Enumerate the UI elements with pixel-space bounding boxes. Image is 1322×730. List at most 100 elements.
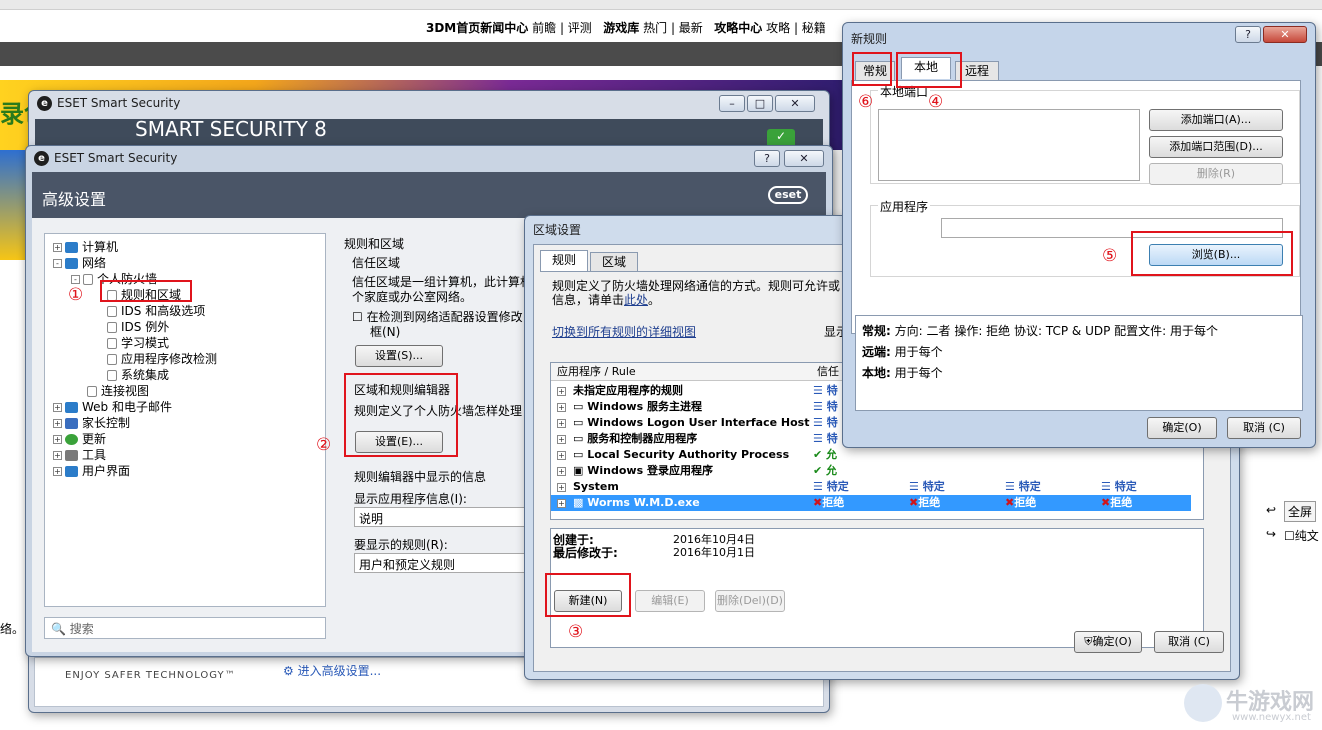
page-icon <box>107 322 117 333</box>
rule-summary: 常规: 方向: 二者 操作: 拒绝 协议: TCP & UDP 配置文件: 用于… <box>855 315 1303 411</box>
delete-rule-button[interactable]: 删除(Del)(D) <box>715 590 785 612</box>
collapse-icon[interactable]: - <box>71 275 80 284</box>
expand-icon[interactable]: + <box>53 467 62 476</box>
help-button[interactable]: ? <box>754 150 780 167</box>
zone-cancel-button[interactable]: 取消 (C) <box>1154 631 1224 653</box>
advanced-title: ESET Smart Security <box>54 151 178 165</box>
tree-item-computer[interactable]: + 计算机 <box>53 238 118 255</box>
gear-icon: ⚙ <box>283 664 294 678</box>
local-port-list[interactable] <box>878 109 1140 181</box>
section-title: 规则和区域 <box>344 237 405 251</box>
expand-icon[interactable]: + <box>557 483 566 492</box>
search-icon: 🔍 <box>51 622 66 636</box>
eset-logo: eset <box>768 186 808 204</box>
annotation-6: ⑥ <box>858 92 874 112</box>
tree-item-learning-mode[interactable]: 学习模式 <box>107 334 169 351</box>
page-icon <box>107 338 117 349</box>
add-port-button[interactable]: 添加端口(A)... <box>1149 109 1283 131</box>
delete-port-button[interactable]: 删除(R) <box>1149 163 1283 185</box>
tree-item-network[interactable]: - 网络 <box>53 254 106 271</box>
expand-icon[interactable]: + <box>557 403 566 412</box>
app-info-select[interactable]: 说明 <box>354 507 530 527</box>
back-arrow-icon[interactable]: ↩ <box>1266 503 1276 517</box>
expand-icon[interactable]: + <box>557 451 566 460</box>
eset-main-titlebar[interactable]: e ESET Smart Security – □ ✕ <box>29 91 829 117</box>
new-rule-body: 本地端口 添加端口(A)... 添加端口范围(D)... 删除(R) 应用程序 … <box>851 80 1301 334</box>
close-button[interactable]: ✕ <box>784 150 824 167</box>
expand-icon[interactable]: + <box>557 435 566 444</box>
advanced-setup-link[interactable]: ⚙ 进入高级设置... <box>283 662 381 679</box>
add-port-range-button[interactable]: 添加端口范围(D)... <box>1149 136 1283 158</box>
summary-local: 本地: 用于每个 <box>862 366 943 380</box>
tree-item-ids-exceptions[interactable]: IDS 例外 <box>107 318 169 335</box>
table-row-selected[interactable]: + ▩ Worms W.M.D.exe ✖拒绝 ✖拒绝 ✖拒绝 ✖拒绝 <box>551 495 1191 511</box>
expand-icon[interactable]: + <box>557 499 566 508</box>
modified-label: 最后修改于: <box>553 546 618 560</box>
edit-rule-button[interactable]: 编辑(E) <box>635 590 705 612</box>
site-nav-links[interactable]: 3DM首页新闻中心 前瞻 | 评测 游戏库 热门 | 最新 攻略中心 攻略 | … <box>426 19 826 36</box>
tree-item-ui[interactable]: + 用户界面 <box>53 462 130 479</box>
advanced-titlebar[interactable]: e ESET Smart Security ? ✕ <box>26 146 832 172</box>
expand-icon[interactable]: + <box>53 451 62 460</box>
table-row[interactable]: + ▭ Local Security Authority Process ✔ 允 <box>551 447 1191 463</box>
expand-icon[interactable]: + <box>53 403 62 412</box>
collapse-icon[interactable]: - <box>53 259 62 268</box>
trusted-zone-settings-button[interactable]: 设置(S)... <box>355 345 443 367</box>
fullscreen-button[interactable]: 全屏 <box>1284 501 1317 522</box>
new-rule-ok-button[interactable]: 确定(O) <box>1147 417 1217 439</box>
plain-text-checkbox[interactable]: ☐纯文 <box>1284 527 1319 544</box>
lock-icon: ▣ <box>573 464 584 477</box>
tab-zones[interactable]: 区域 <box>590 252 638 272</box>
tree-item-web-email[interactable]: + Web 和电子邮件 <box>53 398 172 415</box>
close-button[interactable]: ✕ <box>775 95 815 112</box>
tree-item-update[interactable]: + 更新 <box>53 430 106 447</box>
annotation-3: ③ <box>568 622 584 642</box>
zone-ok-button[interactable]: ⛨确定(O) <box>1074 631 1142 653</box>
annotation-5: ⑤ <box>1102 246 1118 266</box>
eset-app-icon: e <box>37 96 52 111</box>
expand-icon[interactable]: + <box>53 243 62 252</box>
expand-icon[interactable]: + <box>557 419 566 428</box>
forward-arrow-icon[interactable]: ↪ <box>1266 527 1276 541</box>
modified-value: 2016年10月1日 <box>673 546 755 559</box>
highlight-box-browse <box>1131 231 1293 276</box>
search-input[interactable]: 🔍 搜索 <box>44 617 326 639</box>
highlight-box-new-button <box>545 573 631 617</box>
tree-item-parental[interactable]: + 家长控制 <box>53 414 130 431</box>
expand-icon[interactable]: + <box>53 435 62 444</box>
help-button[interactable]: ? <box>1235 26 1261 43</box>
trusted-zone-heading: 信任区域 <box>352 256 401 270</box>
update-icon <box>65 434 78 445</box>
eset-app-icon: e <box>34 151 49 166</box>
tree-item-system-integration[interactable]: 系统集成 <box>107 366 169 383</box>
page-icon <box>87 386 97 397</box>
col-header-app[interactable]: 应用程序 / Rule <box>551 363 811 381</box>
tree-item-connections[interactable]: 连接视图 <box>87 382 149 399</box>
detail-view-link[interactable]: 切换到所有规则的详细视图 <box>552 323 696 340</box>
tree-item-tools[interactable]: + 工具 <box>53 446 106 463</box>
new-rule-cancel-button[interactable]: 取消 (C) <box>1227 417 1301 439</box>
tree-item-ids[interactable]: IDS 和高级选项 <box>107 302 205 319</box>
tab-rules[interactable]: 规则 <box>540 250 588 272</box>
minimize-button[interactable]: – <box>719 95 745 112</box>
annotation-2: ② <box>316 435 332 455</box>
maximize-button[interactable]: □ <box>747 95 773 112</box>
eset-slogan: ENJOY SAFER TECHNOLOGY™ <box>65 670 236 681</box>
rules-shown-select[interactable]: 用户和预定义规则 <box>354 553 530 573</box>
tree-item-app-modification[interactable]: 应用程序修改检测 <box>107 350 217 367</box>
expand-icon[interactable]: + <box>53 419 62 428</box>
expand-icon[interactable]: + <box>557 387 566 396</box>
mascot-logo-icon <box>1184 684 1222 722</box>
tools-icon <box>65 450 78 461</box>
new-rule-titlebar[interactable]: 新规则 ? ✕ <box>843 23 1315 49</box>
advanced-header: 高级设置 eset <box>32 172 826 218</box>
here-link[interactable]: 此处 <box>624 293 648 307</box>
table-row[interactable]: + System ☰ 特定 ☰ 特定 ☰ 特定 ☰ 特定 <box>551 479 1191 495</box>
browser-bookmark-bar <box>0 0 1322 10</box>
close-button[interactable]: ✕ <box>1263 26 1307 43</box>
expand-icon[interactable]: + <box>557 467 566 476</box>
table-row[interactable]: + ▣ Windows 登录应用程序 ✔ 允 <box>551 463 1191 479</box>
page-icon <box>107 354 117 365</box>
new-rule-title: 新规则 <box>851 32 888 46</box>
app-icon: ▭ <box>573 416 584 429</box>
